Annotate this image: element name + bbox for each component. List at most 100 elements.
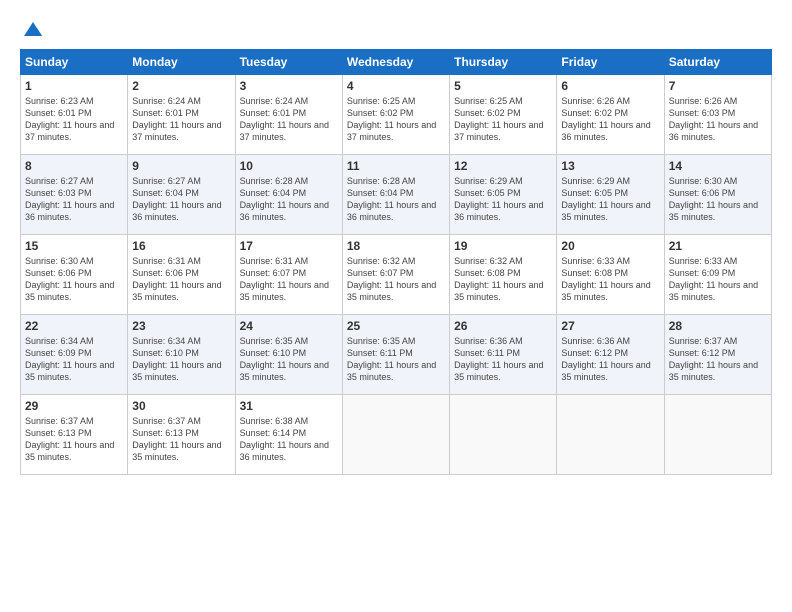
calendar-cell: 6 Sunrise: 6:26 AM Sunset: 6:02 PM Dayli…: [557, 75, 664, 155]
day-info: Sunrise: 6:33 AM Sunset: 6:09 PM Dayligh…: [669, 255, 767, 304]
day-number: 9: [132, 159, 230, 173]
calendar-cell: 24 Sunrise: 6:35 AM Sunset: 6:10 PM Dayl…: [235, 315, 342, 395]
day-info: Sunrise: 6:24 AM Sunset: 6:01 PM Dayligh…: [132, 95, 230, 144]
calendar-header-saturday: Saturday: [664, 50, 771, 75]
calendar-cell: 27 Sunrise: 6:36 AM Sunset: 6:12 PM Dayl…: [557, 315, 664, 395]
day-number: 28: [669, 319, 767, 333]
day-info: Sunrise: 6:28 AM Sunset: 6:04 PM Dayligh…: [240, 175, 338, 224]
calendar-header-monday: Monday: [128, 50, 235, 75]
calendar-header-wednesday: Wednesday: [342, 50, 449, 75]
calendar-cell: 5 Sunrise: 6:25 AM Sunset: 6:02 PM Dayli…: [450, 75, 557, 155]
day-info: Sunrise: 6:34 AM Sunset: 6:09 PM Dayligh…: [25, 335, 123, 384]
calendar-cell: 4 Sunrise: 6:25 AM Sunset: 6:02 PM Dayli…: [342, 75, 449, 155]
calendar-cell: 25 Sunrise: 6:35 AM Sunset: 6:11 PM Dayl…: [342, 315, 449, 395]
calendar-cell: 17 Sunrise: 6:31 AM Sunset: 6:07 PM Dayl…: [235, 235, 342, 315]
day-info: Sunrise: 6:36 AM Sunset: 6:12 PM Dayligh…: [561, 335, 659, 384]
calendar-cell: 22 Sunrise: 6:34 AM Sunset: 6:09 PM Dayl…: [21, 315, 128, 395]
day-info: Sunrise: 6:29 AM Sunset: 6:05 PM Dayligh…: [454, 175, 552, 224]
day-info: Sunrise: 6:31 AM Sunset: 6:07 PM Dayligh…: [240, 255, 338, 304]
day-number: 27: [561, 319, 659, 333]
day-info: Sunrise: 6:35 AM Sunset: 6:11 PM Dayligh…: [347, 335, 445, 384]
day-number: 22: [25, 319, 123, 333]
day-number: 13: [561, 159, 659, 173]
calendar-header-friday: Friday: [557, 50, 664, 75]
day-number: 24: [240, 319, 338, 333]
calendar-cell: [664, 395, 771, 475]
day-info: Sunrise: 6:25 AM Sunset: 6:02 PM Dayligh…: [454, 95, 552, 144]
calendar-cell: 1 Sunrise: 6:23 AM Sunset: 6:01 PM Dayli…: [21, 75, 128, 155]
calendar-week-3: 15 Sunrise: 6:30 AM Sunset: 6:06 PM Dayl…: [21, 235, 772, 315]
day-info: Sunrise: 6:26 AM Sunset: 6:02 PM Dayligh…: [561, 95, 659, 144]
calendar-header-sunday: Sunday: [21, 50, 128, 75]
calendar-cell: 10 Sunrise: 6:28 AM Sunset: 6:04 PM Dayl…: [235, 155, 342, 235]
calendar-week-1: 1 Sunrise: 6:23 AM Sunset: 6:01 PM Dayli…: [21, 75, 772, 155]
day-info: Sunrise: 6:26 AM Sunset: 6:03 PM Dayligh…: [669, 95, 767, 144]
day-number: 3: [240, 79, 338, 93]
calendar-header-thursday: Thursday: [450, 50, 557, 75]
calendar-week-4: 22 Sunrise: 6:34 AM Sunset: 6:09 PM Dayl…: [21, 315, 772, 395]
day-number: 8: [25, 159, 123, 173]
day-number: 21: [669, 239, 767, 253]
logo: [20, 18, 46, 39]
day-number: 1: [25, 79, 123, 93]
day-number: 5: [454, 79, 552, 93]
day-info: Sunrise: 6:35 AM Sunset: 6:10 PM Dayligh…: [240, 335, 338, 384]
calendar-cell: [557, 395, 664, 475]
calendar-cell: 29 Sunrise: 6:37 AM Sunset: 6:13 PM Dayl…: [21, 395, 128, 475]
calendar-cell: 23 Sunrise: 6:34 AM Sunset: 6:10 PM Dayl…: [128, 315, 235, 395]
day-info: Sunrise: 6:25 AM Sunset: 6:02 PM Dayligh…: [347, 95, 445, 144]
day-info: Sunrise: 6:31 AM Sunset: 6:06 PM Dayligh…: [132, 255, 230, 304]
calendar-cell: 18 Sunrise: 6:32 AM Sunset: 6:07 PM Dayl…: [342, 235, 449, 315]
day-number: 7: [669, 79, 767, 93]
calendar-cell: 12 Sunrise: 6:29 AM Sunset: 6:05 PM Dayl…: [450, 155, 557, 235]
day-number: 2: [132, 79, 230, 93]
calendar-cell: 3 Sunrise: 6:24 AM Sunset: 6:01 PM Dayli…: [235, 75, 342, 155]
calendar-week-2: 8 Sunrise: 6:27 AM Sunset: 6:03 PM Dayli…: [21, 155, 772, 235]
day-info: Sunrise: 6:32 AM Sunset: 6:08 PM Dayligh…: [454, 255, 552, 304]
calendar-cell: 7 Sunrise: 6:26 AM Sunset: 6:03 PM Dayli…: [664, 75, 771, 155]
day-number: 20: [561, 239, 659, 253]
day-number: 26: [454, 319, 552, 333]
calendar-cell: 20 Sunrise: 6:33 AM Sunset: 6:08 PM Dayl…: [557, 235, 664, 315]
day-number: 29: [25, 399, 123, 413]
day-number: 17: [240, 239, 338, 253]
day-info: Sunrise: 6:33 AM Sunset: 6:08 PM Dayligh…: [561, 255, 659, 304]
calendar-header-row: SundayMondayTuesdayWednesdayThursdayFrid…: [21, 50, 772, 75]
day-info: Sunrise: 6:27 AM Sunset: 6:04 PM Dayligh…: [132, 175, 230, 224]
day-info: Sunrise: 6:38 AM Sunset: 6:14 PM Dayligh…: [240, 415, 338, 464]
calendar-cell: 2 Sunrise: 6:24 AM Sunset: 6:01 PM Dayli…: [128, 75, 235, 155]
day-number: 4: [347, 79, 445, 93]
day-number: 23: [132, 319, 230, 333]
calendar-cell: 28 Sunrise: 6:37 AM Sunset: 6:12 PM Dayl…: [664, 315, 771, 395]
day-number: 16: [132, 239, 230, 253]
calendar-cell: 26 Sunrise: 6:36 AM Sunset: 6:11 PM Dayl…: [450, 315, 557, 395]
calendar-cell: 19 Sunrise: 6:32 AM Sunset: 6:08 PM Dayl…: [450, 235, 557, 315]
day-info: Sunrise: 6:23 AM Sunset: 6:01 PM Dayligh…: [25, 95, 123, 144]
calendar-cell: 30 Sunrise: 6:37 AM Sunset: 6:13 PM Dayl…: [128, 395, 235, 475]
calendar-week-5: 29 Sunrise: 6:37 AM Sunset: 6:13 PM Dayl…: [21, 395, 772, 475]
day-info: Sunrise: 6:24 AM Sunset: 6:01 PM Dayligh…: [240, 95, 338, 144]
day-number: 10: [240, 159, 338, 173]
day-number: 30: [132, 399, 230, 413]
day-info: Sunrise: 6:28 AM Sunset: 6:04 PM Dayligh…: [347, 175, 445, 224]
day-info: Sunrise: 6:37 AM Sunset: 6:13 PM Dayligh…: [25, 415, 123, 464]
calendar-cell: 31 Sunrise: 6:38 AM Sunset: 6:14 PM Dayl…: [235, 395, 342, 475]
day-info: Sunrise: 6:30 AM Sunset: 6:06 PM Dayligh…: [25, 255, 123, 304]
calendar-cell: 16 Sunrise: 6:31 AM Sunset: 6:06 PM Dayl…: [128, 235, 235, 315]
calendar-cell: 15 Sunrise: 6:30 AM Sunset: 6:06 PM Dayl…: [21, 235, 128, 315]
header: [20, 18, 772, 39]
calendar-cell: 13 Sunrise: 6:29 AM Sunset: 6:05 PM Dayl…: [557, 155, 664, 235]
day-number: 31: [240, 399, 338, 413]
day-info: Sunrise: 6:36 AM Sunset: 6:11 PM Dayligh…: [454, 335, 552, 384]
day-number: 6: [561, 79, 659, 93]
day-info: Sunrise: 6:29 AM Sunset: 6:05 PM Dayligh…: [561, 175, 659, 224]
calendar-cell: [342, 395, 449, 475]
day-info: Sunrise: 6:37 AM Sunset: 6:13 PM Dayligh…: [132, 415, 230, 464]
day-number: 12: [454, 159, 552, 173]
day-number: 19: [454, 239, 552, 253]
day-number: 25: [347, 319, 445, 333]
day-info: Sunrise: 6:27 AM Sunset: 6:03 PM Dayligh…: [25, 175, 123, 224]
day-info: Sunrise: 6:32 AM Sunset: 6:07 PM Dayligh…: [347, 255, 445, 304]
calendar-cell: 21 Sunrise: 6:33 AM Sunset: 6:09 PM Dayl…: [664, 235, 771, 315]
day-info: Sunrise: 6:34 AM Sunset: 6:10 PM Dayligh…: [132, 335, 230, 384]
